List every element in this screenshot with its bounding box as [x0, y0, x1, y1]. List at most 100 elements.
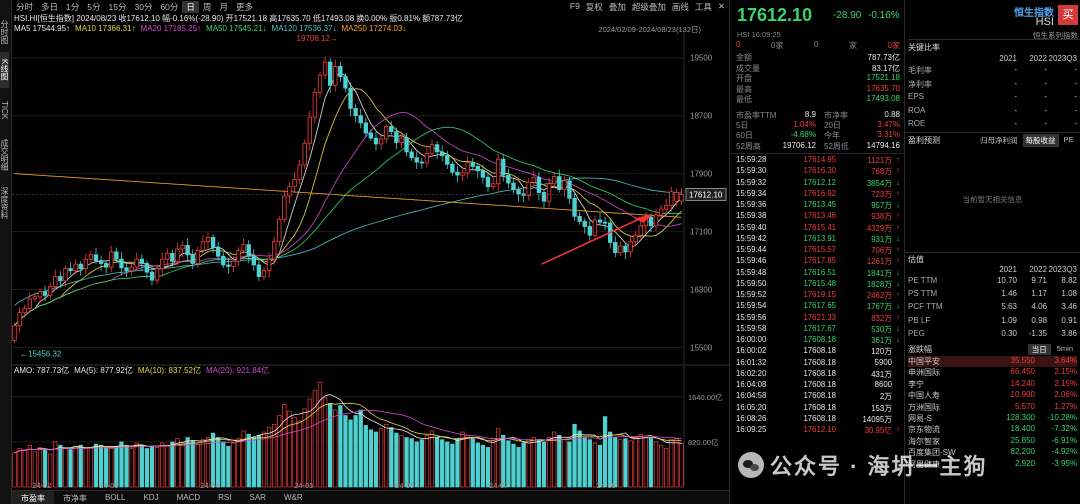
valuation-2021: 1.46: [1001, 289, 1017, 299]
candle-body: [475, 165, 481, 172]
price-change: -28.90: [833, 10, 862, 21]
tick-price: 17613.91: [803, 233, 836, 243]
tab-sar[interactable]: SAR: [241, 491, 275, 504]
candle-body: [638, 225, 643, 236]
tab-kdj[interactable]: KDJ: [134, 491, 167, 504]
tick-price: 17617.85: [803, 256, 836, 266]
tab-pe-forecast[interactable]: PE: [1061, 134, 1077, 147]
x-tick-label: 24-07: [489, 481, 508, 490]
sidebar-item-timeshare[interactable]: 分时图: [0, 14, 9, 50]
candle-body: [134, 258, 139, 268]
tab-wr[interactable]: W&R: [275, 491, 312, 504]
sidebar-item-tick[interactable]: TICK: [0, 90, 9, 130]
candle-body: [221, 255, 226, 266]
tab-boll[interactable]: BOLL: [96, 491, 134, 504]
tab-macd[interactable]: MACD: [168, 491, 210, 504]
mover-name: 海尔智家: [908, 436, 940, 446]
mover-row[interactable]: 网易-S 128.300 -10.28%: [908, 413, 1077, 424]
advance-decline: 0 0家 0 家 0家: [736, 40, 900, 51]
tab-net-profit[interactable]: 归母净利润: [977, 134, 1021, 147]
candle-body: [154, 268, 160, 281]
candle-body: [383, 126, 389, 140]
valuation-years: 2021 2022 2023Q3: [987, 265, 1077, 274]
tick-row: 15:59:28 17614.95 1121万 ↑: [736, 155, 900, 166]
index-series: 恒生系列指数: [1033, 31, 1078, 40]
ratio-row: EPS - - -: [908, 92, 1077, 106]
tick-row: 16:08:26 17608.18 14095万: [736, 414, 900, 425]
mover-row[interactable]: 万洲国际 5.570 1.27%: [908, 402, 1077, 413]
quote-row: 开盘 17521.18: [736, 73, 900, 84]
candle-body: [312, 92, 318, 118]
tick-row: 16:01:32 17608.18 5900: [736, 358, 900, 369]
candle-body: [58, 276, 63, 282]
valuation-2022: 4.06: [1031, 302, 1047, 312]
candle-body: [73, 263, 78, 272]
tick-time: 15:59:34: [736, 188, 767, 198]
candle-body: [215, 247, 221, 257]
sidebar-item-trades[interactable]: 成交明细: [0, 132, 9, 178]
tick-volume: 120万: [871, 347, 892, 357]
tick-arrow-icon: [892, 391, 900, 402]
mover-row[interactable]: 李宁 14.240 2.15%: [908, 379, 1077, 390]
valuation-2021: 5.63: [1001, 302, 1017, 312]
divider: [905, 132, 1080, 133]
tab-eps[interactable]: 每股收益: [1022, 134, 1059, 147]
kline-chart[interactable]: 19500 18700 17900 17100 16300 15500 19706.12→ ←…: [12, 0, 729, 490]
tick-row: 15:59:30 17616.30 768万 ↑: [736, 166, 900, 177]
tab-today[interactable]: 当日: [1027, 344, 1051, 355]
sidebar-item-kline[interactable]: K线图: [0, 52, 9, 88]
valuation-2023q3: 3.86: [1061, 328, 1077, 338]
mover-row[interactable]: 中国平安 35.550 3.64%: [908, 356, 1077, 368]
candle-body: [531, 176, 537, 183]
candle-body: [205, 236, 211, 243]
up-label: 0家: [771, 41, 784, 50]
tick-row: 16:04:08 17608.18 8600: [736, 380, 900, 391]
year-2021: 2021: [999, 54, 1017, 63]
volume-bar: [465, 434, 470, 488]
tick-volume: 1828万: [866, 279, 892, 289]
candle-body: [149, 271, 155, 281]
volume-bar: [348, 419, 353, 488]
volume-bar: [180, 442, 185, 488]
candle-body: [37, 291, 43, 298]
mover-name: 京东物流: [908, 425, 940, 435]
volume-bar: [236, 438, 241, 488]
mover-row[interactable]: 中国人寿 10.900 2.06%: [908, 390, 1077, 401]
volume-bar: [669, 439, 674, 488]
volume-bar: [221, 441, 226, 488]
mover-row[interactable]: 阿里健康 2.920 -3.95%: [908, 459, 1077, 470]
tab-rsi[interactable]: RSI: [209, 491, 240, 504]
sidebar-item-depth[interactable]: 深度资料: [0, 180, 9, 226]
buy-button[interactable]: 买: [1058, 5, 1078, 25]
mover-change: 2.15%: [1054, 378, 1077, 388]
tab-pe[interactable]: 市盈率: [12, 491, 54, 504]
valuation-2022: 9.71: [1031, 276, 1047, 285]
tick-volume: 706万: [871, 246, 892, 255]
candle-body: [389, 126, 394, 133]
candle-body: [648, 216, 654, 227]
tick-price: 17619.15: [803, 290, 836, 299]
valuation-2021: 1.09: [1001, 315, 1017, 325]
tab-5min-movers[interactable]: 5min: [1053, 344, 1077, 355]
candle-body: [582, 221, 587, 227]
tab-pb[interactable]: 市净率: [54, 491, 96, 504]
w52-high-value: 19706.12: [782, 141, 816, 150]
tick-arrow-icon: ↓: [896, 278, 900, 288]
mover-row[interactable]: 海尔智家 25.850 -6.91%: [908, 436, 1077, 447]
candle-body: [129, 266, 134, 272]
candle-body: [144, 263, 150, 273]
mover-row[interactable]: 百度集团-SW 82.200 -4.92%: [908, 447, 1077, 458]
tick-volume: 1767万: [866, 302, 892, 312]
tick-time: 16:05:20: [736, 402, 767, 412]
tick-row: 15:59:54 17617.65 1767万 ↓: [736, 301, 900, 312]
valuation-label: PE TTM: [908, 276, 938, 285]
tick-row: 15:59:58 17617.67 530万 ↓: [736, 324, 900, 335]
candle-body: [378, 138, 384, 145]
mover-change: 2.15%: [1054, 367, 1077, 377]
valuation-2021: 0.30: [1001, 328, 1017, 338]
tick-row: 16:00:00 17608.18 361万 ↓: [736, 335, 900, 346]
mover-row[interactable]: 申洲国际 66.450 2.15%: [908, 367, 1077, 378]
flat-count: 0: [814, 40, 819, 49]
mover-row[interactable]: 京东物流 18.400 -7.32%: [908, 424, 1077, 435]
y-tick-label: 15500: [690, 344, 713, 353]
